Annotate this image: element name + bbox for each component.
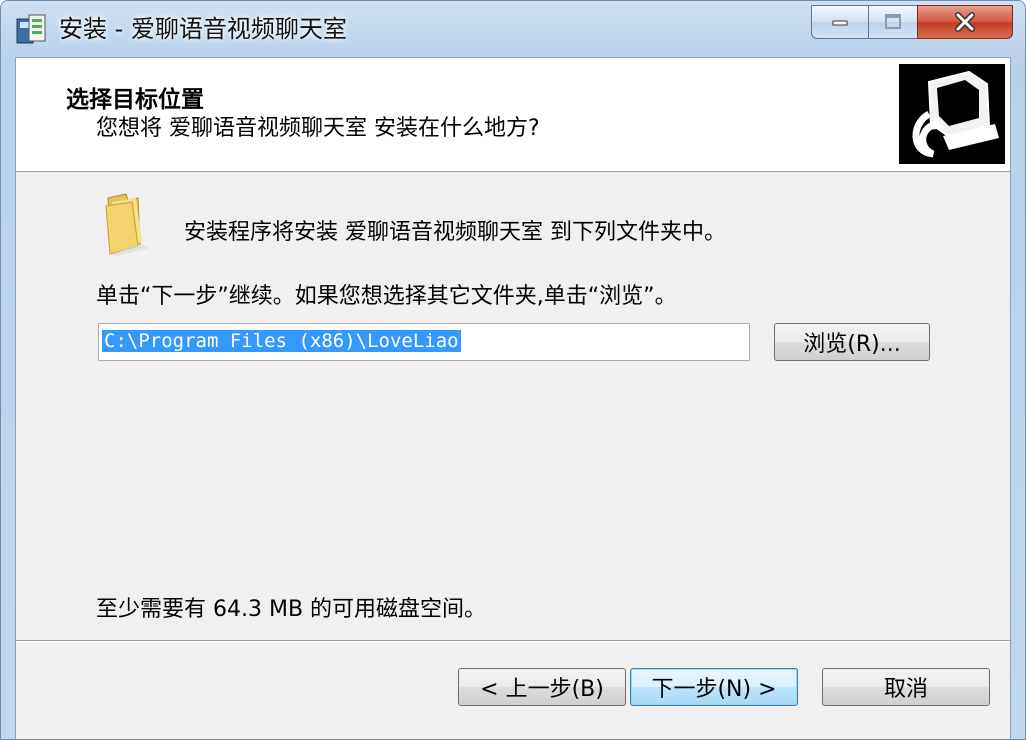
minimize-button[interactable] bbox=[811, 5, 869, 39]
installer-app-icon bbox=[16, 14, 46, 44]
next-button[interactable]: 下一步(N) > bbox=[630, 668, 798, 706]
wizard-page: 选择目标位置 您想将 爱聊语音视频聊天室 安装在什么地方? 安装程序将安装 爱聊… bbox=[15, 57, 1011, 739]
page-title: 选择目标位置 bbox=[66, 87, 204, 113]
instruction-text: 单击“下一步”继续。如果您想选择其它文件夹,单击“浏览”。 bbox=[96, 284, 677, 309]
install-path-input[interactable]: C:\Program Files (x86)\LoveLiao bbox=[98, 323, 750, 361]
folder-icon bbox=[105, 193, 150, 256]
footer-divider bbox=[16, 640, 1010, 642]
computer-install-icon bbox=[899, 64, 1005, 164]
close-icon bbox=[955, 12, 975, 32]
installer-window: 安装 - 爱聊语音视频聊天室 选择目标位置 您想将 爱聊语音视频聊天室 安装在什… bbox=[0, 0, 1026, 740]
maximize-icon bbox=[885, 14, 901, 29]
window-title: 安装 - 爱聊语音视频聊天室 bbox=[59, 15, 347, 43]
page-subtitle: 您想将 爱聊语音视频聊天室 安装在什么地方? bbox=[96, 116, 540, 141]
install-path-value: C:\Program Files (x86)\LoveLiao bbox=[102, 330, 461, 352]
cancel-button[interactable]: 取消 bbox=[822, 668, 990, 706]
browse-button[interactable]: 浏览(R)... bbox=[774, 323, 930, 361]
maximize-button[interactable] bbox=[868, 5, 918, 39]
title-bar[interactable]: 安装 - 爱聊语音视频聊天室 bbox=[1, 1, 1025, 57]
close-button[interactable] bbox=[917, 5, 1013, 39]
wizard-header: 选择目标位置 您想将 爱聊语音视频聊天室 安装在什么地方? bbox=[16, 58, 1010, 172]
minimize-icon bbox=[832, 20, 848, 26]
back-button[interactable]: < 上一步(B) bbox=[458, 668, 626, 706]
disk-space-text: 至少需要有 64.3 MB 的可用磁盘空间。 bbox=[96, 597, 487, 622]
destination-description: 安装程序将安装 爱聊语音视频聊天室 到下列文件夹中。 bbox=[184, 220, 726, 245]
